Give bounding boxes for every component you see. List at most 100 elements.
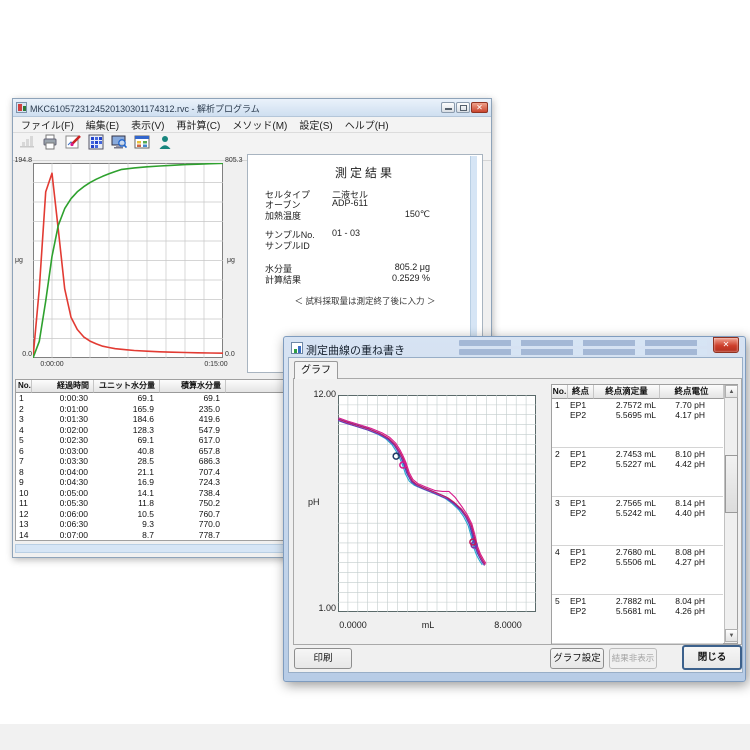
table-cell: 6	[16, 446, 26, 457]
monitor-search-icon[interactable]	[108, 134, 130, 159]
moisture-chart	[33, 163, 223, 358]
ep-name: EP1	[570, 547, 586, 557]
ep-name: EP2	[570, 410, 586, 420]
menu-item-3[interactable]: 再計算(C)	[170, 117, 226, 132]
results-note: ＜ 試料採取量は測定終了後に入力 ＞	[248, 295, 482, 307]
ep-potential: 4.42 pH	[675, 459, 705, 469]
menu-item-5[interactable]: 設定(S)	[293, 117, 338, 132]
ep-table-group: 1EP12.7572 mL7.70 pHEP25.5695 mL4.17 pH	[552, 399, 723, 448]
dialog-title: 測定曲線の重ね書き	[306, 342, 405, 358]
table-cell: 419.6	[160, 414, 220, 425]
ep-volume: 2.7680 mL	[616, 547, 656, 557]
table-cell: 28.5	[94, 456, 154, 467]
ep-volume: 2.7453 mL	[616, 449, 656, 459]
table-cell: 724.3	[160, 477, 220, 488]
result-field-label: 加熱温度	[265, 209, 301, 222]
print-button[interactable]: 印刷	[294, 648, 352, 669]
result-field-label: サンプルID	[265, 239, 310, 252]
result-field-value: ADP-611	[332, 198, 368, 208]
table-header-3[interactable]: 積算水分量	[160, 380, 226, 393]
ep-potential: 4.17 pH	[675, 410, 705, 420]
main-window-titlebar[interactable]: MKC6105723124520130301174312.rvc - 解析プログ…	[13, 99, 491, 117]
table-cell: 10	[16, 488, 26, 499]
ep-potential: 4.26 pH	[675, 606, 705, 616]
report-icon	[16, 134, 38, 159]
ep-table-header-3[interactable]: 終点電位	[660, 385, 724, 399]
ep-volume: 5.5695 mL	[616, 410, 656, 420]
ep-table-header-0[interactable]: No.	[552, 385, 568, 399]
table-cell: 0:01:30	[32, 414, 88, 425]
ep-volume: 5.5227 mL	[616, 459, 656, 469]
table-cell: 0:04:30	[32, 477, 88, 488]
axis-left-unit: μg	[15, 257, 23, 264]
scroll-down-icon[interactable]: ▼	[725, 629, 738, 642]
axis-left-max: 194.8	[13, 157, 32, 164]
calc-grid-icon[interactable]	[85, 134, 107, 159]
app-icon	[16, 102, 27, 113]
ep-table-header-1[interactable]: 終点	[568, 385, 594, 399]
table-cell: 0:07:00	[32, 530, 88, 541]
menu-item-1[interactable]: 編集(E)	[80, 117, 125, 132]
ep-volume: 2.7572 mL	[616, 400, 656, 410]
table-cell: 40.8	[94, 446, 154, 457]
ep-table-group: 3EP12.7565 mL8.14 pHEP25.5242 mL4.40 pH	[552, 497, 723, 546]
scrollbar-thumb[interactable]	[725, 455, 738, 513]
table-cell: 8	[16, 467, 26, 478]
table-cell: 750.2	[160, 498, 220, 509]
print-icon[interactable]	[39, 134, 61, 159]
close-button[interactable]: 閉じる	[682, 645, 742, 670]
table-cell: 617.0	[160, 435, 220, 446]
titration-curves-chart	[338, 395, 536, 612]
close-icon[interactable]: ✕	[471, 102, 488, 113]
scroll-up-icon[interactable]: ▲	[725, 385, 738, 398]
table-cell: 686.3	[160, 456, 220, 467]
axis-left-min: 0.0	[13, 351, 32, 358]
ep-name: EP2	[570, 557, 586, 567]
close-icon[interactable]: ✕	[713, 337, 739, 353]
ep-potential: 4.40 pH	[675, 508, 705, 518]
overlay-dialog: 測定曲線の重ね書き ✕ グラフ 12.00 1.00 pH 0.0000 mL …	[283, 336, 746, 682]
main-window-title: MKC6105723124520130301174312.rvc - 解析プログ…	[30, 102, 260, 115]
ml-axis-unit: mL	[398, 620, 458, 630]
menu-item-0[interactable]: ファイル(F)	[15, 117, 80, 132]
table-cell: 69.1	[160, 393, 220, 404]
window-grid-icon[interactable]	[131, 134, 153, 159]
table-header-1[interactable]: 経過時間	[32, 380, 94, 393]
result-field-value: 150℃	[405, 209, 430, 220]
ep-volume: 5.5506 mL	[616, 557, 656, 567]
ep-group-number: 2	[555, 449, 560, 459]
graph-pen-icon[interactable]	[62, 134, 84, 159]
ep-potential: 8.14 pH	[675, 498, 705, 508]
maximize-icon[interactable]	[456, 102, 470, 113]
ep-name: EP1	[570, 449, 586, 459]
table-cell: 11	[16, 498, 26, 509]
axis-x-end: 0:15:00	[191, 361, 241, 368]
graph-tab-page: 12.00 1.00 pH 0.0000 mL 8.0000 No.終点終点滴定…	[293, 378, 742, 645]
table-header-0[interactable]: No.	[16, 380, 32, 393]
menu-item-4[interactable]: メソッド(M)	[226, 117, 293, 132]
table-cell: 0:05:30	[32, 498, 88, 509]
ep-potential: 7.70 pH	[675, 400, 705, 410]
graph-settings-button[interactable]: グラフ設定	[550, 648, 604, 669]
menu-item-2[interactable]: 表示(V)	[125, 117, 170, 132]
table-cell: 9.3	[94, 519, 154, 530]
table-cell: 165.9	[94, 404, 154, 415]
ep-potential: 8.08 pH	[675, 547, 705, 557]
ep-table-header-2[interactable]: 終点滴定量	[594, 385, 660, 399]
table-cell: 9	[16, 477, 26, 488]
result-field-value: 0.2529 %	[392, 273, 430, 283]
table-cell: 738.4	[160, 488, 220, 499]
ep-volume: 5.5242 mL	[616, 508, 656, 518]
user-icon[interactable]	[154, 134, 176, 159]
table-cell: 707.4	[160, 467, 220, 478]
glass-reflection	[459, 340, 707, 346]
ep-group-number: 3	[555, 498, 560, 508]
minimize-icon[interactable]	[441, 102, 455, 113]
desktop: MKC6105723124520130301174312.rvc - 解析プログ…	[0, 0, 750, 750]
ep-table-scrollbar[interactable]: ▲▼	[724, 385, 737, 643]
table-header-2[interactable]: ユニット水分量	[94, 380, 160, 393]
dialog-client: グラフ 12.00 1.00 pH 0.0000 mL 8.0000 No.終点…	[288, 357, 743, 673]
table-cell: 5	[16, 435, 26, 446]
tab-graph[interactable]: グラフ	[294, 361, 338, 379]
menu-item-6[interactable]: ヘルプ(H)	[339, 117, 395, 132]
